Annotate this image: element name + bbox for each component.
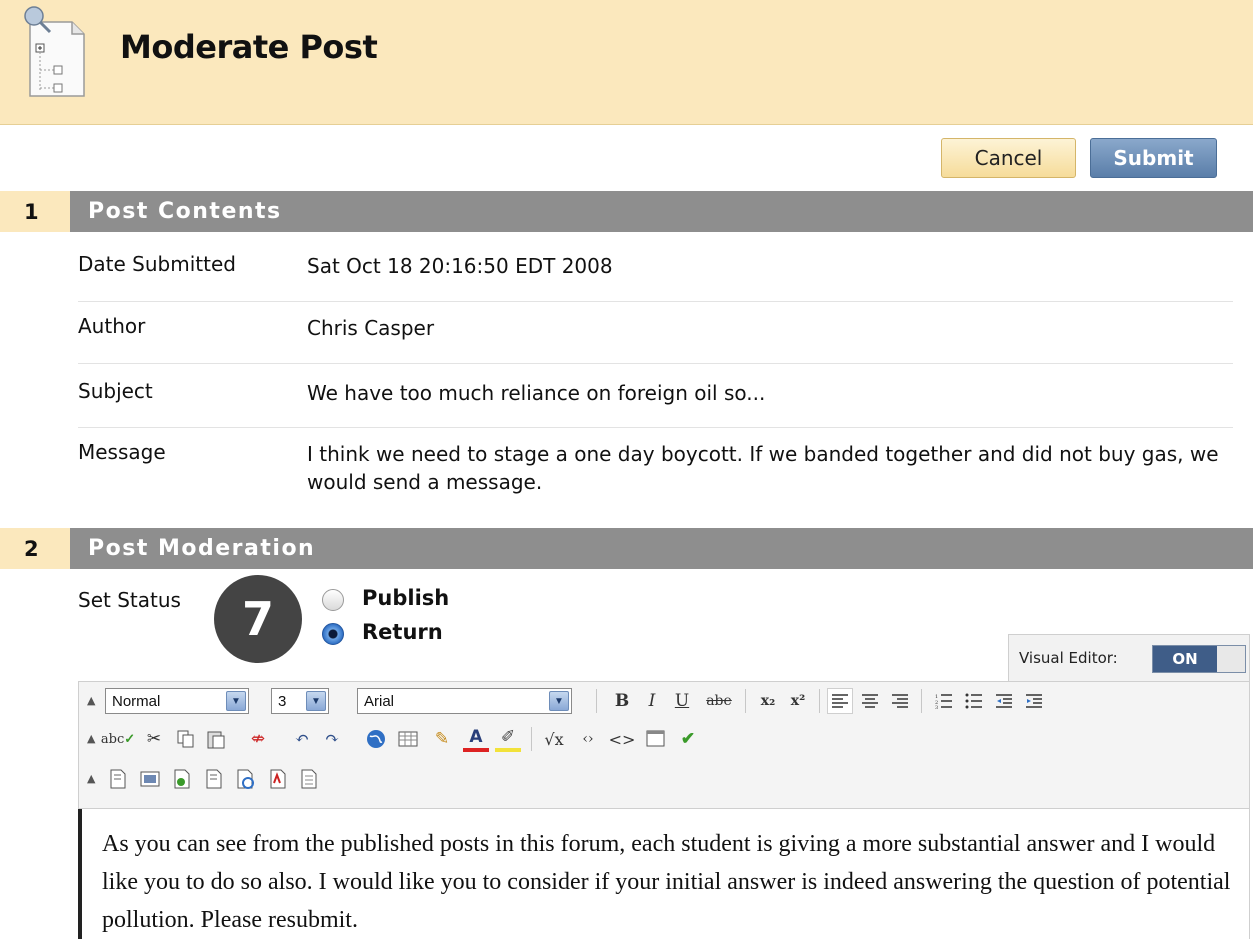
- section-title-post-moderation: Post Moderation: [70, 528, 1253, 569]
- insert-image-icon[interactable]: [137, 766, 163, 792]
- undo-icon[interactable]: ↶: [289, 726, 315, 752]
- message-editor[interactable]: As you can see from the published posts …: [78, 809, 1250, 939]
- paragraph-format-value: Normal: [112, 692, 161, 710]
- subscript-icon[interactable]: x₂: [755, 688, 781, 714]
- publish-radio-label[interactable]: Publish: [362, 586, 449, 610]
- field-label: Message: [78, 440, 166, 464]
- toolbar-separator: [596, 689, 597, 713]
- ordered-list-icon[interactable]: 123: [931, 688, 957, 714]
- text-color-icon[interactable]: A: [463, 726, 489, 752]
- toolbar-separator: [531, 727, 532, 751]
- return-radio-label[interactable]: Return: [362, 620, 443, 644]
- cancel-button[interactable]: Cancel: [941, 138, 1076, 178]
- pencil-icon[interactable]: ✎: [429, 726, 455, 752]
- table-icon[interactable]: [395, 726, 421, 752]
- submit-button[interactable]: Submit: [1090, 138, 1217, 178]
- cut-icon[interactable]: ✂: [141, 726, 167, 752]
- superscript-icon[interactable]: x²: [785, 688, 811, 714]
- align-center-icon[interactable]: [857, 688, 883, 714]
- math-icon[interactable]: √x: [537, 726, 571, 752]
- chevron-down-icon: ▼: [306, 691, 326, 711]
- publish-radio[interactable]: [322, 589, 344, 611]
- mashup-icon[interactable]: [297, 766, 323, 792]
- page-title: Moderate Post: [120, 28, 378, 66]
- spellcheck-icon[interactable]: abc ✓: [101, 726, 135, 752]
- toolbar-row-2: ▲ abc ✓ ✂ ⇎ ↶ ↷ ✎ A ✐ √x ‹› <> ✔: [79, 724, 1249, 760]
- indent-icon[interactable]: [1021, 688, 1047, 714]
- field-row-date-submitted: Date Submitted Sat Oct 18 20:16:50 EDT 2…: [78, 252, 1233, 302]
- toolbar-row-3: ▲: [79, 764, 1249, 800]
- page-header: Moderate Post: [0, 0, 1253, 125]
- visual-editor-state: ON: [1153, 646, 1217, 672]
- align-right-icon[interactable]: [887, 688, 913, 714]
- check-mark-glyph: ✓: [124, 731, 136, 747]
- visual-editor-switch[interactable]: ON: [1152, 645, 1246, 673]
- visual-editor-label: Visual Editor:: [1019, 649, 1118, 667]
- collapse-row-icon[interactable]: ▲: [87, 732, 95, 745]
- field-value: Chris Casper: [307, 316, 435, 340]
- font-family-value: Arial: [364, 692, 395, 710]
- unordered-list-icon[interactable]: [961, 688, 987, 714]
- toolbar-row-1: ▲ Normal ▼ 3 ▼ Arial ▼ B I U abe x₂ x² 1…: [79, 686, 1249, 722]
- chevron-down-icon: ▼: [226, 691, 246, 711]
- moderate-post-icon: [16, 4, 88, 100]
- insert-audio-icon[interactable]: [233, 766, 259, 792]
- toolbar-separator: [819, 689, 820, 713]
- toolbar-separator: [745, 689, 746, 713]
- insert-media-icon[interactable]: [169, 766, 195, 792]
- visual-editor-toggle-panel: Visual Editor: ON: [1008, 634, 1250, 681]
- bold-icon[interactable]: B: [609, 688, 635, 714]
- editor-toolbar: ▲ Normal ▼ 3 ▼ Arial ▼ B I U abe x₂ x² 1…: [78, 681, 1250, 809]
- field-value: We have too much reliance on foreign oil…: [307, 381, 766, 405]
- font-size-value: 3: [278, 692, 287, 710]
- field-row-message: Message I think we need to stage a one d…: [78, 440, 1233, 520]
- italic-icon[interactable]: I: [639, 688, 665, 714]
- field-value: Sat Oct 18 20:16:50 EDT 2008: [307, 254, 613, 278]
- embed-icon[interactable]: ‹›: [575, 726, 601, 752]
- step-number-2: 2: [0, 528, 70, 569]
- strikethrough-icon[interactable]: abe: [701, 688, 737, 714]
- highlight-icon[interactable]: ✐: [495, 726, 521, 752]
- svg-text:3: 3: [935, 705, 938, 709]
- redo-icon[interactable]: ↷: [319, 726, 345, 752]
- field-label: Author: [78, 314, 146, 338]
- font-family-select[interactable]: Arial ▼: [357, 688, 572, 714]
- align-left-icon[interactable]: [827, 688, 853, 714]
- collapse-row-icon[interactable]: ▲: [87, 772, 95, 785]
- field-value: I think we need to stage a one day boyco…: [307, 442, 1219, 494]
- set-status-label: Set Status: [78, 588, 181, 612]
- check-icon[interactable]: ✔: [675, 726, 701, 752]
- collapse-row-icon[interactable]: ▲: [87, 694, 95, 707]
- paragraph-format-select[interactable]: Normal ▼: [105, 688, 249, 714]
- insert-pdf-icon[interactable]: [265, 766, 291, 792]
- return-radio[interactable]: [322, 623, 344, 645]
- html-source-icon[interactable]: <>: [609, 726, 636, 752]
- field-row-subject: Subject We have too much reliance on for…: [78, 379, 1233, 428]
- field-label: Date Submitted: [78, 252, 236, 276]
- unlink-icon[interactable]: ⇎: [245, 726, 271, 752]
- spellcheck-glyph: abc: [100, 731, 125, 747]
- toolbar-separator: [921, 689, 922, 713]
- step-number-1: 1: [0, 191, 70, 232]
- field-label: Subject: [78, 379, 153, 403]
- section-title-post-contents: Post Contents: [70, 191, 1253, 232]
- preview-icon[interactable]: [643, 726, 669, 752]
- field-row-author: Author Chris Casper: [78, 314, 1233, 364]
- copy-icon[interactable]: [173, 726, 199, 752]
- link-globe-icon[interactable]: [363, 726, 389, 752]
- preview-page-icon[interactable]: [201, 766, 227, 792]
- attach-file-icon[interactable]: [105, 766, 131, 792]
- underline-icon[interactable]: U: [669, 688, 695, 714]
- step-marker-badge: 7: [214, 575, 302, 663]
- paste-icon[interactable]: [203, 726, 229, 752]
- outdent-icon[interactable]: [991, 688, 1017, 714]
- editor-content[interactable]: As you can see from the published posts …: [102, 825, 1242, 939]
- font-size-select[interactable]: 3 ▼: [271, 688, 329, 714]
- chevron-down-icon: ▼: [549, 691, 569, 711]
